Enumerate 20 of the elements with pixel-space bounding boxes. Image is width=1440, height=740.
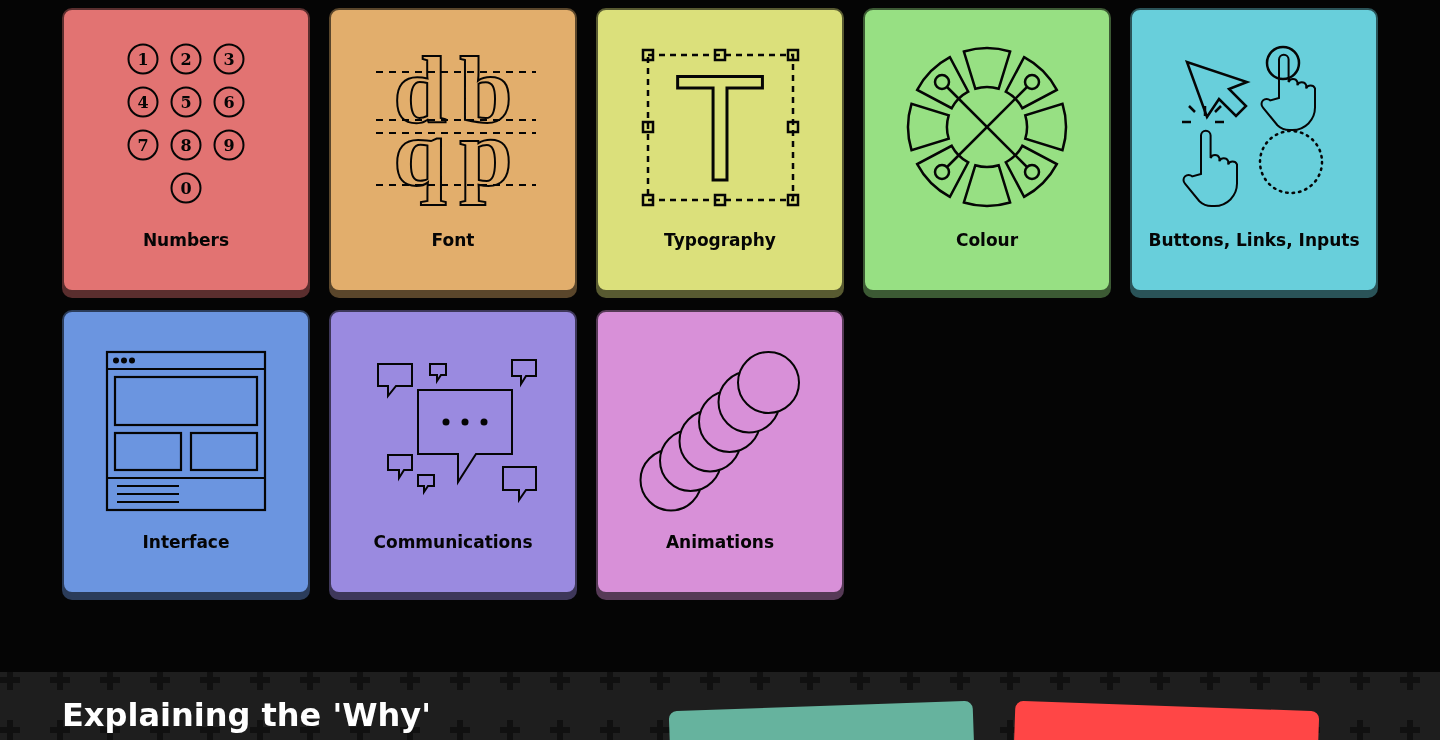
digit-circle: 8 (170, 129, 202, 161)
card-title: Numbers (142, 230, 230, 250)
digit-circle: 6 (213, 86, 245, 118)
card-title: Buttons, Links, Inputs (1148, 230, 1360, 250)
digit-circle: 9 (213, 129, 245, 161)
digit-circle: 4 (127, 86, 159, 118)
digit-circle: 5 (170, 86, 202, 118)
digit-circle: 7 (127, 129, 159, 161)
card-title: Interface (142, 532, 230, 552)
card-title: Font (431, 230, 475, 250)
digit-circle: 3 (213, 43, 245, 75)
digit-circle: 1 (127, 43, 159, 75)
card-title: Communications (373, 532, 533, 552)
letter-guides-drawing: db qp (368, 42, 538, 212)
section-heading: Explaining the 'Why' (62, 696, 432, 734)
card-title: Colour (955, 230, 1019, 250)
digit-circle: 2 (170, 43, 202, 75)
digit-circle: 0 (170, 172, 202, 204)
card-title: Typography (664, 230, 776, 250)
card-title: Animations (665, 532, 775, 552)
